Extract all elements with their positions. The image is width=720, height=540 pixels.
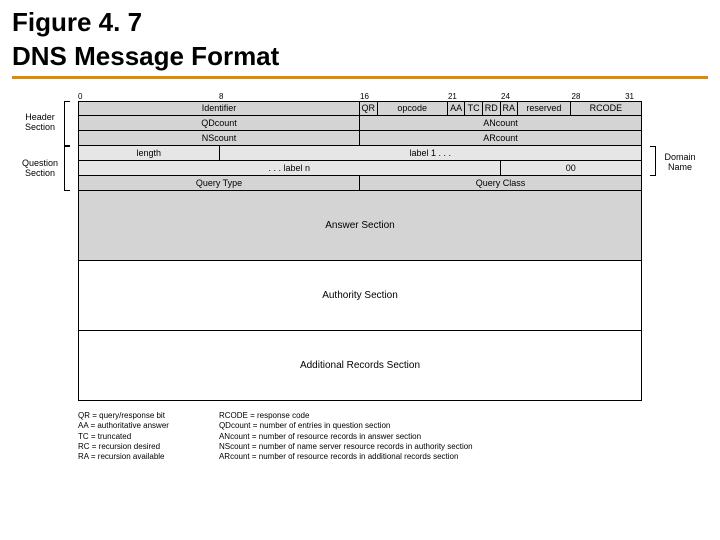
legend: QR = query/response bit AA = authoritati…	[78, 411, 708, 463]
tick-28: 28	[572, 92, 581, 101]
bracket-question	[64, 146, 70, 191]
tick-16: 16	[360, 92, 369, 101]
field-ra: RA	[501, 102, 519, 115]
label-question-section: QuestionSection	[16, 159, 64, 179]
field-reserved: reserved	[518, 102, 571, 115]
legend-ra: RA = recursion available	[78, 452, 169, 462]
legend-col-2: RCODE = response code QDcount = number o…	[219, 411, 473, 463]
legend-arcount: ARcount = number of resource records in …	[219, 452, 473, 462]
legend-qdcount: QDcount = number of entries in question …	[219, 421, 473, 431]
tick-8: 8	[219, 92, 223, 101]
answer-section-block: Answer Section	[78, 191, 642, 261]
header-word0: Identifier QR opcode AA TC RD RA reserve…	[78, 101, 642, 116]
field-qdcount: QDcount	[79, 116, 360, 130]
field-qr: QR	[360, 102, 378, 115]
field-rd: RD	[483, 102, 501, 115]
tick-24: 24	[501, 92, 510, 101]
header-word1: QDcount ANcount	[78, 116, 642, 131]
additional-section-block: Additional Records Section	[78, 331, 642, 401]
legend-col-1: QR = query/response bit AA = authoritati…	[78, 411, 169, 463]
tick-0: 0	[78, 92, 82, 101]
field-nscount: NScount	[79, 131, 360, 145]
tick-31: 31	[625, 92, 634, 101]
field-tc: TC	[465, 102, 483, 115]
question-row-labeln: . . . label n 00	[78, 161, 642, 176]
legend-rc: RC = recursion desired	[78, 442, 169, 452]
field-opcode: opcode	[378, 102, 448, 115]
figure-title-line2: DNS Message Format	[12, 42, 708, 72]
title-underline	[12, 76, 708, 79]
authority-section-block: Authority Section	[78, 261, 642, 331]
legend-nscount: NScount = number of name server resource…	[219, 442, 473, 452]
label-header-section: HeaderSection	[16, 113, 64, 133]
header-word2: NScount ARcount	[78, 131, 642, 146]
field-ancount: ANcount	[360, 116, 641, 130]
dns-format-diagram: HeaderSection QuestionSection DomainName…	[78, 87, 642, 401]
legend-rcode: RCODE = response code	[219, 411, 473, 421]
field-query-type: Query Type	[79, 176, 360, 190]
field-labeln: . . . label n	[79, 161, 501, 175]
figure-title-line1: Figure 4. 7	[12, 8, 708, 38]
label-domain-name: DomainName	[656, 153, 704, 173]
field-aa: AA	[448, 102, 466, 115]
bracket-header	[64, 101, 70, 146]
legend-qr: QR = query/response bit	[78, 411, 169, 421]
legend-tc: TC = truncated	[78, 432, 169, 442]
field-length: length	[79, 146, 220, 160]
field-zero: 00	[501, 161, 642, 175]
question-row-label1: length label 1 . . .	[78, 146, 642, 161]
legend-ancount: ANcount = number of resource records in …	[219, 432, 473, 442]
question-row-type-class: Query Type Query Class	[78, 176, 642, 191]
field-label1: label 1 . . .	[220, 146, 642, 160]
bracket-domain	[650, 146, 656, 176]
field-identifier: Identifier	[79, 102, 360, 115]
tick-21: 21	[448, 92, 457, 101]
bit-ticks: 0 8 16 21 24 28 31	[78, 87, 642, 101]
field-rcode: RCODE	[571, 102, 641, 115]
field-arcount: ARcount	[360, 131, 641, 145]
field-query-class: Query Class	[360, 176, 641, 190]
legend-aa: AA = authoritative answer	[78, 421, 169, 431]
